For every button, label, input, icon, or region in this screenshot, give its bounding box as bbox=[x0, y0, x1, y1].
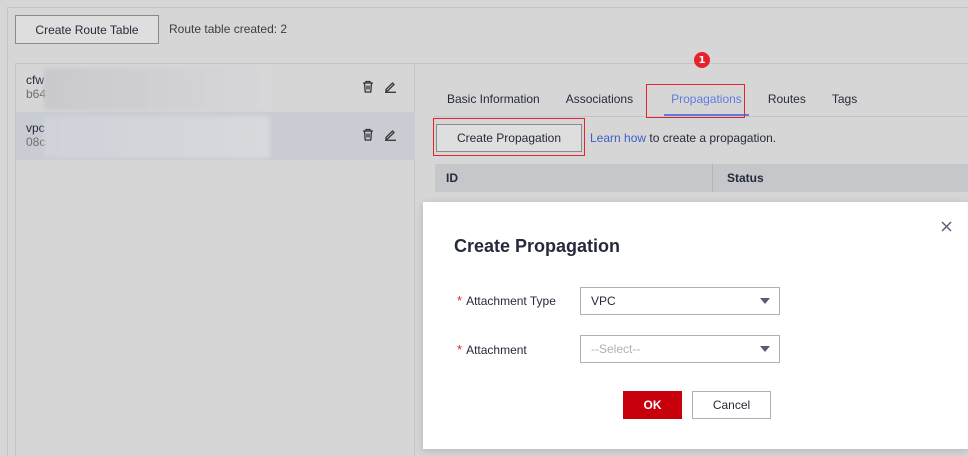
edit-icon[interactable] bbox=[383, 78, 397, 94]
column-header-id: ID bbox=[446, 171, 458, 185]
attachment-type-select[interactable]: VPC bbox=[580, 287, 780, 315]
column-header-status: Status bbox=[727, 171, 764, 185]
tab-tags[interactable]: Tags bbox=[819, 84, 870, 114]
learn-how-suffix: to create a propagation. bbox=[646, 131, 777, 145]
attachment-select[interactable]: --Select-- bbox=[580, 335, 780, 363]
route-table-list: cfw b64 vpc 08c bbox=[15, 63, 415, 456]
ok-button[interactable]: OK bbox=[623, 391, 682, 419]
route-table-item[interactable]: cfw b64 bbox=[16, 64, 415, 112]
route-table-name: cfw bbox=[26, 73, 44, 87]
required-mark: * bbox=[457, 342, 463, 357]
column-separator bbox=[712, 164, 713, 192]
tab-associations[interactable]: Associations bbox=[553, 84, 646, 114]
edit-icon[interactable] bbox=[383, 126, 397, 142]
chevron-down-icon bbox=[760, 298, 770, 304]
learn-how-link[interactable]: Learn how bbox=[590, 131, 646, 145]
learn-how-text: Learn how to create a propagation. bbox=[590, 131, 776, 145]
step1-highlight-box bbox=[646, 84, 745, 118]
chevron-down-icon bbox=[760, 346, 770, 352]
route-table-id: 08c bbox=[26, 135, 46, 149]
route-table-count: Route table created: 2 bbox=[169, 22, 288, 36]
step2-highlight-box bbox=[433, 118, 585, 156]
attachment-type-label-text: Attachment Type bbox=[466, 294, 556, 308]
attachment-placeholder: --Select-- bbox=[591, 342, 641, 356]
route-table-name: vpc bbox=[26, 121, 45, 135]
delete-icon[interactable] bbox=[361, 78, 375, 94]
delete-icon[interactable] bbox=[361, 126, 375, 142]
create-propagation-dialog: Create Propagation * Attachment Type VPC … bbox=[423, 202, 968, 449]
step1-badge: 1 bbox=[694, 52, 710, 68]
attachment-type-value: VPC bbox=[591, 294, 616, 308]
tab-routes[interactable]: Routes bbox=[755, 84, 819, 114]
route-table-item[interactable]: vpc 08c bbox=[16, 112, 415, 160]
tab-basic-information[interactable]: Basic Information bbox=[434, 84, 553, 114]
cancel-button[interactable]: Cancel bbox=[692, 391, 771, 419]
attachment-label: * Attachment bbox=[457, 342, 527, 357]
required-mark: * bbox=[457, 293, 463, 308]
attachment-label-text: Attachment bbox=[466, 343, 527, 357]
attachment-type-label: * Attachment Type bbox=[457, 293, 556, 308]
redacted-area bbox=[44, 68, 270, 110]
close-icon[interactable] bbox=[939, 219, 953, 233]
create-route-table-button[interactable]: Create Route Table bbox=[15, 15, 159, 44]
propagation-table-header: ID Status bbox=[435, 164, 968, 192]
redacted-area bbox=[44, 116, 270, 158]
dialog-title: Create Propagation bbox=[454, 236, 621, 256]
